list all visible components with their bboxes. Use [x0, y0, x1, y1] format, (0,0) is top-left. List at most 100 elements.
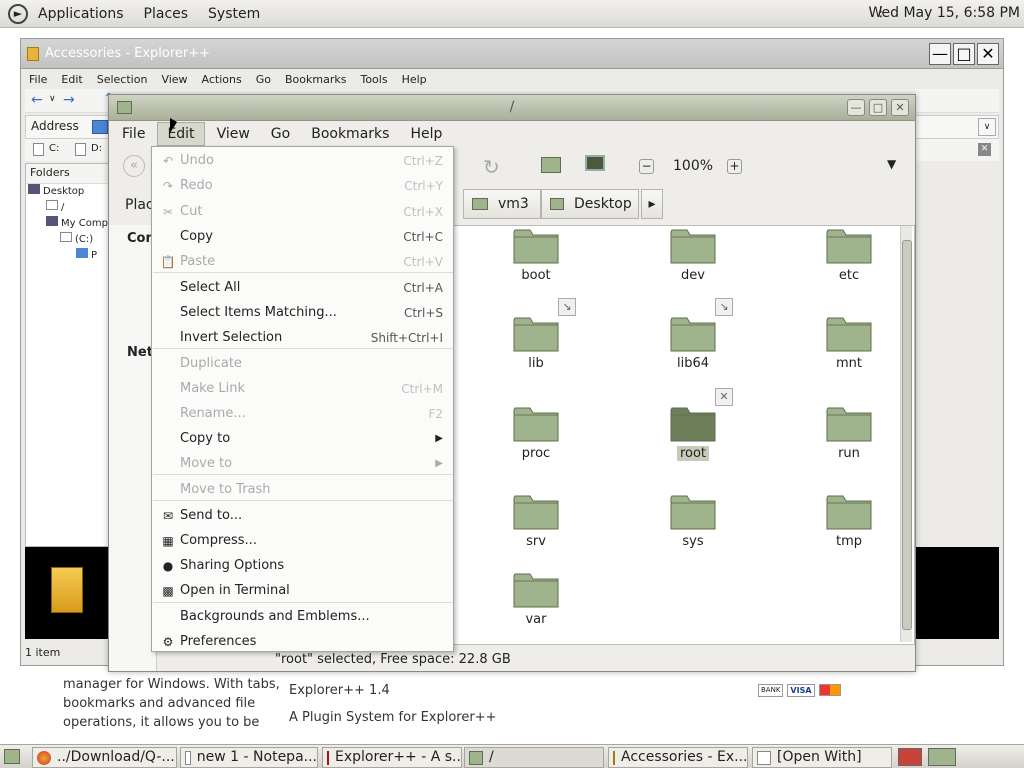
- drive-d[interactable]: D:: [91, 143, 102, 154]
- computer-icon[interactable]: [585, 155, 605, 171]
- task-firefox[interactable]: ../Download/Q-...: [32, 747, 177, 768]
- breadcrumb-desktop[interactable]: Desktop: [541, 189, 639, 219]
- menu-icon-spacer: [158, 381, 178, 397]
- explorer-menu-edit[interactable]: Edit: [61, 73, 82, 86]
- maximize-icon[interactable]: □: [869, 99, 887, 116]
- address-dropdown-icon[interactable]: ∨: [978, 118, 996, 136]
- menu-file[interactable]: File: [113, 123, 154, 145]
- web-link-plugin-system[interactable]: A Plugin System for Explorer++: [289, 708, 496, 727]
- menu-edit[interactable]: Edit: [157, 122, 205, 146]
- menu-help[interactable]: Help: [401, 123, 451, 145]
- menu-view[interactable]: View: [208, 123, 259, 145]
- menu-item-open-in-terminal[interactable]: ▩ Open in Terminal: [152, 578, 453, 603]
- places-menu[interactable]: Places: [134, 6, 199, 22]
- menu-item-sharing-options[interactable]: ● Sharing Options: [152, 553, 453, 578]
- menu-item-label: Duplicate: [180, 356, 242, 371]
- menu-item-cut[interactable]: ✂ Cut Ctrl+X: [152, 199, 453, 224]
- explorer-menu-go[interactable]: Go: [256, 73, 271, 86]
- task-explorer-browser[interactable]: Explorer++ - A s...: [322, 747, 462, 768]
- folder-item[interactable]: etc: [794, 226, 904, 283]
- menu-item-make-link[interactable]: Make Link Ctrl+M: [152, 376, 453, 401]
- menu-item-invert-selection[interactable]: Invert Selection Shift+Ctrl+I: [152, 325, 453, 350]
- applications-menu[interactable]: Applications: [28, 6, 134, 22]
- folder-item[interactable]: srv: [481, 492, 591, 549]
- clock[interactable]: Wed May 15, 6:58 PM: [869, 5, 1021, 21]
- sharing-icon: ●: [162, 558, 174, 573]
- close-icon[interactable]: ✕: [891, 99, 909, 116]
- chevron-down-icon[interactable]: ∨: [49, 94, 56, 104]
- folder-item[interactable]: tmp: [794, 492, 904, 549]
- folder-item[interactable]: sys: [638, 492, 748, 549]
- close-icon[interactable]: ✕: [977, 43, 999, 65]
- zoom-out-icon[interactable]: −: [639, 159, 654, 174]
- back-icon[interactable]: ←: [31, 92, 43, 108]
- menu-item-undo[interactable]: ↶ Undo Ctrl+Z: [152, 148, 453, 173]
- menu-item-preferences[interactable]: ⚙ Preferences: [152, 629, 453, 654]
- menu-item-label: Undo: [180, 153, 214, 168]
- toolbar-overflow-icon[interactable]: ▼: [887, 157, 896, 171]
- menu-item-send-to[interactable]: ✉ Send to...: [152, 503, 453, 528]
- mouse-cursor-icon: [170, 118, 177, 133]
- folder-item[interactable]: lib: [481, 314, 591, 371]
- menu-item-label: Backgrounds and Emblems...: [180, 609, 370, 624]
- folder-icon: [670, 495, 716, 530]
- task-nautilus[interactable]: /: [464, 747, 604, 768]
- menu-item-copy-to[interactable]: Copy to ▶: [152, 426, 453, 451]
- explorer-menu-view[interactable]: View: [161, 73, 187, 86]
- folder-item[interactable]: lib64: [638, 314, 748, 371]
- system-menu[interactable]: System: [198, 6, 270, 22]
- menu-item-paste[interactable]: 📋 Paste Ctrl+V: [152, 249, 453, 274]
- menu-item-compress[interactable]: ▦ Compress...: [152, 528, 453, 553]
- minimize-icon[interactable]: —: [847, 99, 865, 116]
- explorer-menu-help[interactable]: Help: [402, 73, 427, 86]
- menu-item-duplicate[interactable]: Duplicate: [152, 351, 453, 376]
- explorer-menu-actions[interactable]: Actions: [202, 73, 242, 86]
- web-link-explorer-14[interactable]: Explorer++ 1.4: [289, 681, 390, 700]
- reload-icon[interactable]: ↻: [483, 155, 500, 179]
- breadcrumb-vm3[interactable]: vm3: [463, 189, 541, 219]
- explorer-menu-bookmarks[interactable]: Bookmarks: [285, 73, 346, 86]
- minimize-icon[interactable]: —: [929, 43, 951, 65]
- maximize-icon[interactable]: □: [953, 43, 975, 65]
- drive-icon: [75, 143, 86, 156]
- nautilus-titlebar[interactable]: / — □ ✕: [109, 95, 915, 121]
- places-label[interactable]: Plac: [125, 197, 154, 213]
- folder-item[interactable]: run: [794, 404, 904, 461]
- menu-item-backgrounds-and-emblems[interactable]: Backgrounds and Emblems...: [152, 604, 453, 629]
- workspace-1-icon[interactable]: [898, 748, 922, 766]
- menu-item-select-items-matching[interactable]: Select Items Matching... Ctrl+S: [152, 300, 453, 325]
- menu-item-select-all[interactable]: Select All Ctrl+A: [152, 275, 453, 300]
- home-icon[interactable]: [541, 157, 561, 173]
- task-accessories[interactable]: Accessories - Ex...: [608, 747, 748, 768]
- menu-bookmarks[interactable]: Bookmarks: [302, 123, 398, 145]
- back-icon[interactable]: «: [123, 155, 145, 177]
- menu-item-move-to-trash[interactable]: Move to Trash: [152, 477, 453, 502]
- breadcrumb-next-icon[interactable]: ▸: [641, 189, 663, 219]
- folder-item[interactable]: mnt: [794, 314, 904, 371]
- task-notepad[interactable]: new 1 - Notepa...: [180, 747, 318, 768]
- scrollbar[interactable]: [900, 226, 912, 642]
- menu-item-copy[interactable]: Copy Ctrl+C: [152, 224, 453, 249]
- explorer-titlebar[interactable]: Accessories - Explorer++ — □ ✕: [21, 39, 1003, 69]
- folder-item[interactable]: proc: [481, 404, 591, 461]
- drive-c[interactable]: C:: [49, 143, 59, 154]
- menu-item-rename[interactable]: Rename... F2: [152, 401, 453, 426]
- explorer-menu-selection[interactable]: Selection: [97, 73, 148, 86]
- scrollbar-thumb[interactable]: [902, 240, 912, 630]
- gnome-foot-icon[interactable]: ►: [8, 3, 28, 24]
- folder-item[interactable]: var: [481, 570, 591, 627]
- folder-item[interactable]: root: [638, 404, 748, 461]
- menu-item-redo[interactable]: ↷ Redo Ctrl+Y: [152, 173, 453, 198]
- workspace-2-icon[interactable]: [928, 748, 956, 766]
- task-open-with[interactable]: [Open With]: [752, 747, 892, 768]
- forward-icon[interactable]: →: [63, 92, 75, 108]
- zoom-in-icon[interactable]: +: [727, 159, 742, 174]
- menu-item-move-to[interactable]: Move to ▶: [152, 451, 453, 476]
- show-desktop-icon[interactable]: [4, 749, 20, 764]
- folder-item[interactable]: dev: [638, 226, 748, 283]
- explorer-menu-file[interactable]: File: [29, 73, 47, 86]
- menu-go[interactable]: Go: [262, 123, 299, 145]
- explorer-menu-tools[interactable]: Tools: [360, 73, 387, 86]
- folder-item[interactable]: boot: [481, 226, 591, 283]
- close-pane-icon[interactable]: ✕: [978, 143, 991, 156]
